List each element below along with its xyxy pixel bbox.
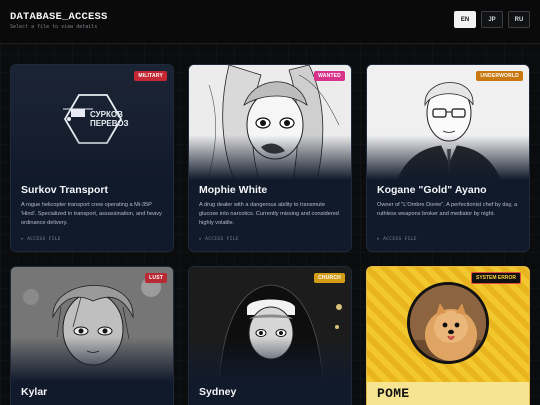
lang-jp-button[interactable]: JP <box>481 11 503 28</box>
card-art <box>189 267 351 382</box>
card-name: POME <box>377 386 410 401</box>
access-file-link[interactable]: ▸ ACCESS FILE <box>21 237 61 242</box>
status-badge: CHURCH <box>314 273 345 283</box>
card-art <box>11 267 173 382</box>
status-badge: SYSTEM ERROR <box>470 272 521 284</box>
app-header: DATABASE_ACCESS Select a file to view de… <box>0 0 540 44</box>
status-badge: WANTED <box>314 71 345 81</box>
pomeranian-icon <box>410 285 486 361</box>
card-art: СУРКОВ ПЕРЕВОЗ <box>11 65 173 180</box>
access-file-link[interactable]: ▸ ACCESS FILE <box>377 237 417 242</box>
app-title: DATABASE_ACCESS <box>10 11 108 23</box>
card-art <box>189 65 351 180</box>
logo-line2: ПЕРЕВОЗ <box>90 119 129 128</box>
card-description: A drug dealer with a dangerous ability t… <box>199 202 339 226</box>
card-kogane-ayano[interactable]: UNDERWORLD Kogane "Gold" Ayano Owner of … <box>366 64 530 252</box>
app-subtitle: Select a file to view details <box>10 24 98 30</box>
card-name: Kylar <box>21 386 48 398</box>
card-name: Mophie White <box>199 184 268 196</box>
card-art <box>367 65 529 180</box>
status-badge: MILITARY <box>134 71 167 81</box>
card-kylar[interactable]: LUST Kylar <box>10 266 174 405</box>
card-art <box>367 267 529 382</box>
card-name: Surkov Transport <box>21 184 108 196</box>
card-mophie-white[interactable]: WANTED Mophie White A drug dealer with a… <box>188 64 352 252</box>
card-surkov-transport[interactable]: СУРКОВ ПЕРЕВОЗ MILITARY Surkov Transport… <box>10 64 174 252</box>
card-description: Owner of "L'Ombre Dorée". A perfectionis… <box>377 202 518 217</box>
status-badge: UNDERWORLD <box>476 71 523 81</box>
logo-line1: СУРКОВ <box>90 110 123 119</box>
lang-ru-button[interactable]: RU <box>508 11 530 28</box>
card-name: Sydney <box>199 386 237 398</box>
card-name: Kogane "Gold" Ayano <box>377 184 487 196</box>
status-badge: LUST <box>145 273 167 283</box>
access-file-link[interactable]: ▸ ACCESS FILE <box>199 237 239 242</box>
dog-photo <box>407 282 489 364</box>
card-sydney[interactable]: CHURCH Sydney <box>188 266 352 405</box>
language-switcher: EN JP RU <box>454 11 530 28</box>
card-description: A rogue helicopter transport crew operat… <box>21 202 162 226</box>
lang-en-button[interactable]: EN <box>454 11 476 28</box>
card-pome[interactable]: SYSTEM ERROR POME <box>366 266 530 405</box>
